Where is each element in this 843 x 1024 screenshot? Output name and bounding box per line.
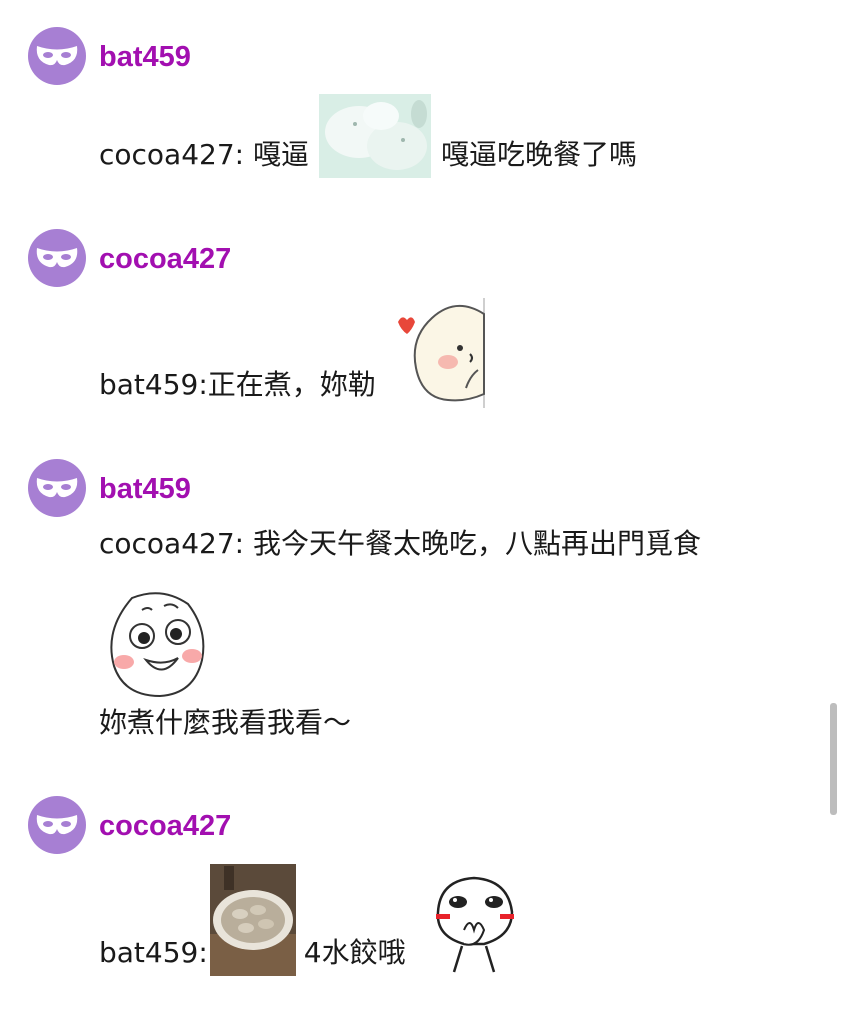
message-text: 4水餃哦 bbox=[303, 936, 406, 969]
peeking-bun-sticker bbox=[386, 296, 490, 408]
mask-icon bbox=[36, 248, 78, 268]
message-text: 妳煮什麼我看我看～ bbox=[99, 706, 352, 739]
message-text: bat459:正在煮，妳勒 bbox=[99, 368, 376, 401]
excited-face-sticker bbox=[102, 590, 212, 700]
message-text: bat459: bbox=[99, 936, 208, 969]
mask-icon bbox=[36, 46, 78, 66]
message: bat459:正在煮，妳勒 bbox=[99, 296, 490, 408]
username[interactable]: bat459 bbox=[99, 40, 191, 74]
scrollbar[interactable] bbox=[830, 703, 837, 815]
avatar[interactable] bbox=[28, 229, 86, 287]
message-text: 嘎逼吃晚餐了嗎 bbox=[441, 138, 638, 171]
username[interactable]: cocoa427 bbox=[99, 809, 231, 843]
blushing-face-sticker bbox=[424, 872, 524, 976]
username[interactable]: cocoa427 bbox=[99, 242, 231, 276]
username[interactable]: bat459 bbox=[99, 472, 191, 506]
mask-icon bbox=[36, 478, 78, 498]
avatar[interactable] bbox=[28, 459, 86, 517]
message-text: cocoa427: 嘎逼 bbox=[99, 138, 309, 171]
message: bat459: 4水餃哦 bbox=[99, 862, 524, 976]
dumplings-photo[interactable] bbox=[209, 864, 296, 976]
mask-icon bbox=[36, 815, 78, 835]
bunny-photo-sticker bbox=[319, 94, 431, 178]
avatar[interactable] bbox=[28, 27, 86, 85]
message: cocoa427: 嘎逼 嘎逼吃晚餐了嗎 bbox=[99, 94, 637, 178]
message-text: cocoa427: 我今天午餐太晚吃，八點再出門覓食 bbox=[99, 527, 701, 560]
avatar[interactable] bbox=[28, 796, 86, 854]
